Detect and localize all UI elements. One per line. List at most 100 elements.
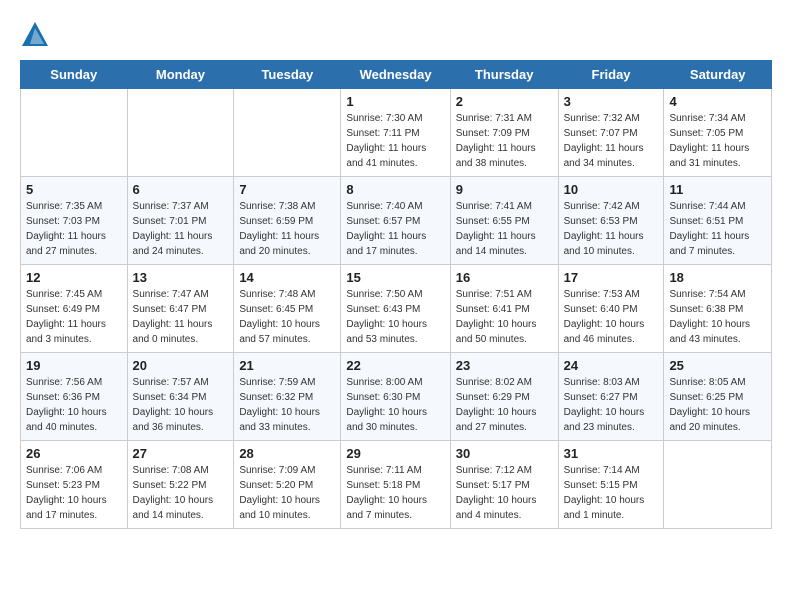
calendar-cell: 6 Sunrise: 7:37 AMSunset: 7:01 PMDaylight…	[127, 177, 234, 265]
calendar-cell: 12 Sunrise: 7:45 AMSunset: 6:49 PMDayligh…	[21, 265, 128, 353]
calendar-cell: 21 Sunrise: 7:59 AMSunset: 6:32 PMDayligh…	[234, 353, 341, 441]
calendar-cell: 13Sunrise: 7:47 AMSunset: 6:47 PMDayligh…	[127, 265, 234, 353]
day-info: Sunrise: 7:32 AMSunset: 7:07 PMDaylight:…	[564, 111, 659, 171]
day-number: 28	[239, 446, 335, 461]
day-number: 30	[456, 446, 553, 461]
calendar-cell: 22 Sunrise: 8:00 AMSunset: 6:30 PMDayligh…	[341, 353, 450, 441]
day-info: Sunrise: 8:00 AMSunset: 6:30 PMDaylight:…	[346, 375, 444, 435]
calendar-cell: 30 Sunrise: 7:12 AMSunset: 5:17 PMDayligh…	[450, 441, 558, 529]
day-info: Sunrise: 7:14 AMSunset: 5:15 PMDaylight:…	[564, 463, 659, 523]
calendar-cell: 23 Sunrise: 8:02 AMSunset: 6:29 PMDayligh…	[450, 353, 558, 441]
day-info: Sunrise: 7:08 AMSunset: 5:22 PMDaylight:…	[133, 463, 229, 523]
weekday-header-saturday: Saturday	[664, 61, 772, 89]
calendar-cell: 5 Sunrise: 7:35 AMSunset: 7:03 PMDaylight…	[21, 177, 128, 265]
day-number: 1	[346, 94, 444, 109]
calendar-cell	[234, 89, 341, 177]
calendar-cell: 29Sunrise: 7:11 AMSunset: 5:18 PMDayligh…	[341, 441, 450, 529]
calendar-cell: 28 Sunrise: 7:09 AMSunset: 5:20 PMDayligh…	[234, 441, 341, 529]
day-info: Sunrise: 7:06 AMSunset: 5:23 PMDaylight:…	[26, 463, 122, 523]
day-info: Sunrise: 7:50 AMSunset: 6:43 PMDaylight:…	[346, 287, 444, 347]
day-number: 26	[26, 446, 122, 461]
day-number: 5	[26, 182, 122, 197]
day-number: 16	[456, 270, 553, 285]
calendar-cell: 25Sunrise: 8:05 AMSunset: 6:25 PMDayligh…	[664, 353, 772, 441]
day-number: 27	[133, 446, 229, 461]
day-number: 20	[133, 358, 229, 373]
day-info: Sunrise: 7:56 AMSunset: 6:36 PMDaylight:…	[26, 375, 122, 435]
calendar-cell: 26 Sunrise: 7:06 AMSunset: 5:23 PMDayligh…	[21, 441, 128, 529]
calendar-cell	[21, 89, 128, 177]
day-info: Sunrise: 7:45 AMSunset: 6:49 PMDaylight:…	[26, 287, 122, 347]
calendar-cell: 14Sunrise: 7:48 AMSunset: 6:45 PMDayligh…	[234, 265, 341, 353]
calendar-cell: 16 Sunrise: 7:51 AMSunset: 6:41 PMDayligh…	[450, 265, 558, 353]
week-row-2: 5 Sunrise: 7:35 AMSunset: 7:03 PMDaylight…	[21, 177, 772, 265]
day-info: Sunrise: 8:02 AMSunset: 6:29 PMDaylight:…	[456, 375, 553, 435]
day-number: 6	[133, 182, 229, 197]
weekday-header-monday: Monday	[127, 61, 234, 89]
day-info: Sunrise: 7:42 AMSunset: 6:53 PMDaylight:…	[564, 199, 659, 259]
calendar-cell: 2 Sunrise: 7:31 AMSunset: 7:09 PMDaylight…	[450, 89, 558, 177]
weekday-header-friday: Friday	[558, 61, 664, 89]
day-info: Sunrise: 8:03 AMSunset: 6:27 PMDaylight:…	[564, 375, 659, 435]
day-number: 31	[564, 446, 659, 461]
calendar-cell: 17 Sunrise: 7:53 AMSunset: 6:40 PMDayligh…	[558, 265, 664, 353]
day-info: Sunrise: 7:53 AMSunset: 6:40 PMDaylight:…	[564, 287, 659, 347]
calendar-cell: 27 Sunrise: 7:08 AMSunset: 5:22 PMDayligh…	[127, 441, 234, 529]
page-header	[20, 20, 772, 50]
calendar-cell	[664, 441, 772, 529]
day-number: 7	[239, 182, 335, 197]
day-number: 12	[26, 270, 122, 285]
day-number: 25	[669, 358, 766, 373]
day-info: Sunrise: 7:12 AMSunset: 5:17 PMDaylight:…	[456, 463, 553, 523]
day-info: Sunrise: 7:09 AMSunset: 5:20 PMDaylight:…	[239, 463, 335, 523]
day-number: 23	[456, 358, 553, 373]
day-number: 15	[346, 270, 444, 285]
day-info: Sunrise: 7:34 AMSunset: 7:05 PMDaylight:…	[669, 111, 766, 171]
day-info: Sunrise: 7:41 AMSunset: 6:55 PMDaylight:…	[456, 199, 553, 259]
day-info: Sunrise: 7:31 AMSunset: 7:09 PMDaylight:…	[456, 111, 553, 171]
calendar: SundayMondayTuesdayWednesdayThursdayFrid…	[20, 60, 772, 529]
day-number: 8	[346, 182, 444, 197]
day-number: 3	[564, 94, 659, 109]
calendar-cell: 7Sunrise: 7:38 AMSunset: 6:59 PMDaylight…	[234, 177, 341, 265]
day-number: 10	[564, 182, 659, 197]
day-number: 22	[346, 358, 444, 373]
day-info: Sunrise: 7:59 AMSunset: 6:32 PMDaylight:…	[239, 375, 335, 435]
weekday-header-row: SundayMondayTuesdayWednesdayThursdayFrid…	[21, 61, 772, 89]
calendar-cell: 18 Sunrise: 7:54 AMSunset: 6:38 PMDayligh…	[664, 265, 772, 353]
calendar-cell: 19 Sunrise: 7:56 AMSunset: 6:36 PMDayligh…	[21, 353, 128, 441]
day-info: Sunrise: 7:11 AMSunset: 5:18 PMDaylight:…	[346, 463, 444, 523]
day-info: Sunrise: 7:35 AMSunset: 7:03 PMDaylight:…	[26, 199, 122, 259]
day-info: Sunrise: 7:44 AMSunset: 6:51 PMDaylight:…	[669, 199, 766, 259]
day-number: 19	[26, 358, 122, 373]
day-number: 21	[239, 358, 335, 373]
calendar-cell: 4Sunrise: 7:34 AMSunset: 7:05 PMDaylight…	[664, 89, 772, 177]
calendar-cell: 10 Sunrise: 7:42 AMSunset: 6:53 PMDayligh…	[558, 177, 664, 265]
weekday-header-tuesday: Tuesday	[234, 61, 341, 89]
day-number: 18	[669, 270, 766, 285]
day-number: 9	[456, 182, 553, 197]
calendar-cell	[127, 89, 234, 177]
weekday-header-wednesday: Wednesday	[341, 61, 450, 89]
day-info: Sunrise: 7:54 AMSunset: 6:38 PMDaylight:…	[669, 287, 766, 347]
week-row-1: 1 Sunrise: 7:30 AMSunset: 7:11 PMDaylight…	[21, 89, 772, 177]
day-number: 2	[456, 94, 553, 109]
day-info: Sunrise: 7:57 AMSunset: 6:34 PMDaylight:…	[133, 375, 229, 435]
logo	[20, 20, 54, 50]
week-row-5: 26 Sunrise: 7:06 AMSunset: 5:23 PMDayligh…	[21, 441, 772, 529]
calendar-cell: 31 Sunrise: 7:14 AMSunset: 5:15 PMDayligh…	[558, 441, 664, 529]
calendar-cell: 3 Sunrise: 7:32 AMSunset: 7:07 PMDaylight…	[558, 89, 664, 177]
day-info: Sunrise: 7:48 AMSunset: 6:45 PMDaylight:…	[239, 287, 335, 347]
day-info: Sunrise: 7:37 AMSunset: 7:01 PMDaylight:…	[133, 199, 229, 259]
week-row-4: 19 Sunrise: 7:56 AMSunset: 6:36 PMDayligh…	[21, 353, 772, 441]
calendar-cell: 9 Sunrise: 7:41 AMSunset: 6:55 PMDaylight…	[450, 177, 558, 265]
week-row-3: 12 Sunrise: 7:45 AMSunset: 6:49 PMDayligh…	[21, 265, 772, 353]
calendar-cell: 11Sunrise: 7:44 AMSunset: 6:51 PMDayligh…	[664, 177, 772, 265]
calendar-cell: 20 Sunrise: 7:57 AMSunset: 6:34 PMDayligh…	[127, 353, 234, 441]
day-info: Sunrise: 7:40 AMSunset: 6:57 PMDaylight:…	[346, 199, 444, 259]
day-number: 17	[564, 270, 659, 285]
day-info: Sunrise: 7:30 AMSunset: 7:11 PMDaylight:…	[346, 111, 444, 171]
day-info: Sunrise: 7:51 AMSunset: 6:41 PMDaylight:…	[456, 287, 553, 347]
day-number: 24	[564, 358, 659, 373]
weekday-header-sunday: Sunday	[21, 61, 128, 89]
